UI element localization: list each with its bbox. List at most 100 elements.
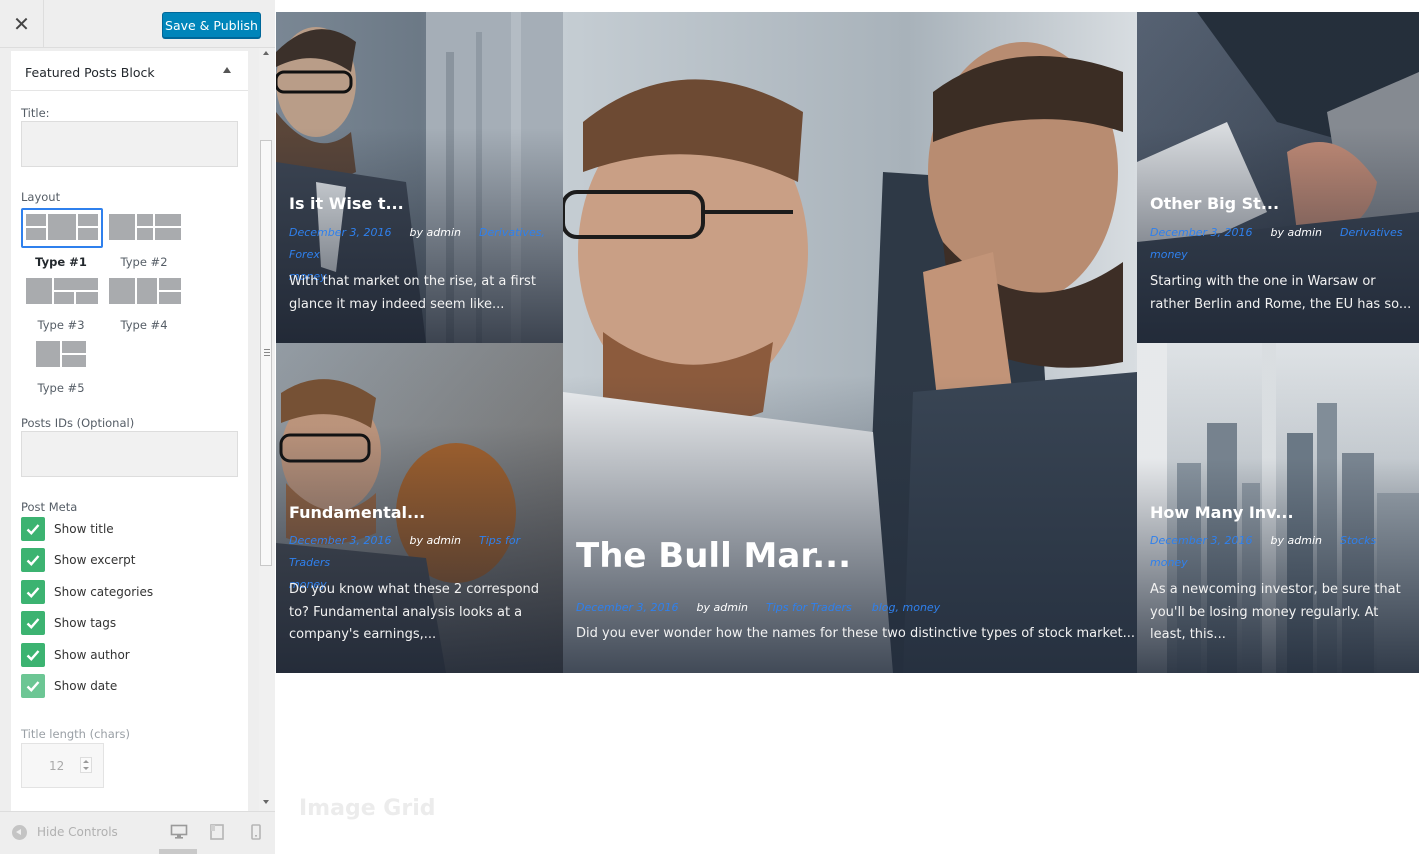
layout-type-5-label: Type #5 <box>37 381 85 395</box>
checkbox-show-author[interactable]: Show author <box>21 643 231 667</box>
title-length-value: 12 <box>49 759 65 773</box>
hide-controls-label: Hide Controls <box>37 825 118 839</box>
post-meta: December 3, 2016 by admin Stocks money <box>1150 530 1415 574</box>
panel-scrollbar[interactable] <box>259 48 275 811</box>
image-grid-heading: Image Grid <box>299 796 436 821</box>
post-meta-label: Post Meta <box>21 500 78 514</box>
save-publish-button[interactable]: Save & Publish <box>162 12 261 38</box>
layout-type-3-label: Type #3 <box>37 318 85 332</box>
title-input[interactable] <box>21 121 238 167</box>
title-length-stepper[interactable]: 12 <box>21 743 104 788</box>
checkbox-label: Show title <box>54 522 114 536</box>
checkbox-label: Show date <box>54 679 118 693</box>
section-header[interactable]: Featured Posts Block <box>11 51 248 91</box>
layout-type-1-thumbnail <box>26 214 100 241</box>
checkbox-show-tags[interactable]: Show tags <box>21 611 231 635</box>
layout-type-5-thumbnail <box>36 341 86 368</box>
layout-type-1[interactable]: Type #1 <box>21 208 103 269</box>
post-date[interactable]: December 3, 2016 <box>289 226 392 239</box>
checkmark-icon[interactable] <box>21 643 45 667</box>
post-date[interactable]: December 3, 2016 <box>576 601 679 614</box>
post-excerpt: As a newcoming investor, be sure that yo… <box>1150 582 1401 642</box>
post-categories[interactable]: Stocks <box>1340 534 1376 547</box>
post-excerpt: With that market on the rise, at a first… <box>289 274 536 312</box>
post-title[interactable]: Other Big St... <box>1150 194 1279 213</box>
post-author[interactable]: by admin <box>697 601 748 614</box>
layout-type-1-label: Type #1 <box>35 255 87 269</box>
post-author[interactable]: by admin <box>1271 226 1322 239</box>
post-categories-cont[interactable]: money <box>1150 248 1188 261</box>
featured-post-2[interactable]: The Bull Mar... December 3, 2016 by admin… <box>563 12 1137 673</box>
controls-scroll-area: Featured Posts Block Title: Layout Type … <box>0 48 275 811</box>
post-author[interactable]: by admin <box>410 534 461 547</box>
post-author[interactable]: by admin <box>410 226 461 239</box>
checkmark-icon[interactable] <box>21 517 45 541</box>
checkmark-icon[interactable] <box>21 548 45 572</box>
checkbox-label: Show categories <box>54 585 154 599</box>
layout-type-4-label: Type #4 <box>120 318 168 332</box>
layout-type-4-thumbnail <box>109 278 183 305</box>
spinner-down-icon[interactable] <box>83 767 89 770</box>
layout-type-5[interactable]: Type #5 <box>21 335 101 395</box>
featured-post-3[interactable]: Other Big St... December 3, 2016 by admin… <box>1137 12 1419 343</box>
post-categories[interactable]: Derivatives <box>1340 226 1402 239</box>
post-title[interactable]: The Bull Mar... <box>576 536 851 576</box>
title-field-label: Title: <box>21 106 50 120</box>
site-preview: Is it Wise t... December 3, 2016 by admin… <box>276 0 1419 854</box>
post-meta: December 3, 2016 by admin Derivatives mone… <box>1150 222 1415 266</box>
featured-post-5[interactable]: How Many Inv... December 3, 2016 by admin… <box>1137 343 1419 673</box>
active-device-indicator <box>159 849 197 854</box>
checkbox-show-date[interactable]: Show date <box>21 674 231 698</box>
post-title[interactable]: How Many Inv... <box>1150 503 1294 522</box>
post-title[interactable]: Fundamental... <box>289 503 425 522</box>
customizer-panel: ✕ Save & Publish Featured Posts Block Ti… <box>0 0 275 854</box>
layout-label: Layout <box>21 190 61 204</box>
spinner-icon[interactable] <box>80 757 92 773</box>
scroll-down-icon[interactable] <box>263 800 269 804</box>
checkbox-show-title[interactable]: Show title <box>21 517 231 541</box>
post-ids-label: Posts IDs (Optional) <box>21 416 135 430</box>
post-author[interactable]: by admin <box>1271 534 1322 547</box>
post-categories-cont[interactable]: money <box>1150 556 1188 569</box>
hide-controls-button[interactable]: Hide Controls <box>12 824 118 840</box>
post-tags[interactable]: blog, money <box>872 601 940 614</box>
post-categories[interactable]: Tips for Traders <box>766 601 852 614</box>
post-date[interactable]: December 3, 2016 <box>1150 534 1253 547</box>
customizer-screen: ✕ Save & Publish Featured Posts Block Ti… <box>0 0 1419 854</box>
collapse-arrow-icon <box>12 824 27 840</box>
checkmark-icon[interactable] <box>21 611 45 635</box>
checkbox-show-categories[interactable]: Show categories <box>21 580 231 604</box>
featured-post-1[interactable]: Is it Wise t... December 3, 2016 by admin… <box>276 12 563 343</box>
checkbox-label: Show excerpt <box>54 553 136 567</box>
desktop-icon[interactable] <box>170 824 188 840</box>
layout-type-4[interactable]: Type #4 <box>104 272 184 332</box>
layout-type-2-label: Type #2 <box>120 255 168 269</box>
post-meta: December 3, 2016 by admin Tips for Traders… <box>576 597 1136 619</box>
layout-type-3-thumbnail <box>26 278 100 305</box>
featured-post-4[interactable]: Fundamental... December 3, 2016 by admin T… <box>276 343 563 673</box>
post-excerpt: Do you know what these 2 correspond to? … <box>289 582 540 642</box>
post-excerpt: Did you ever wonder how the names for th… <box>576 626 1136 641</box>
scrollbar-thumb[interactable] <box>260 140 272 566</box>
post-date[interactable]: December 3, 2016 <box>1150 226 1253 239</box>
checkmark-icon[interactable] <box>21 674 45 698</box>
post-title[interactable]: Is it Wise t... <box>289 194 404 213</box>
layout-type-2-thumbnail <box>109 214 183 241</box>
layout-type-2[interactable]: Type #2 <box>104 208 184 269</box>
mobile-icon[interactable] <box>247 824 265 840</box>
caret-up-icon[interactable] <box>223 67 231 73</box>
panel-header: ✕ Save & Publish <box>0 0 275 48</box>
title-length-label: Title length (chars) <box>21 727 130 741</box>
tablet-icon[interactable] <box>208 824 226 840</box>
featured-posts-section: Featured Posts Block Title: Layout Type … <box>11 51 248 811</box>
close-icon[interactable]: ✕ <box>0 0 44 48</box>
post-date[interactable]: December 3, 2016 <box>289 534 392 547</box>
section-title: Featured Posts Block <box>25 65 155 80</box>
post-ids-input[interactable] <box>21 431 238 477</box>
spinner-up-icon[interactable] <box>83 760 89 763</box>
checkmark-icon[interactable] <box>21 580 45 604</box>
layout-type-3[interactable]: Type #3 <box>21 272 101 332</box>
scroll-up-icon[interactable] <box>263 51 269 55</box>
panel-footer: Hide Controls <box>0 811 275 854</box>
checkbox-show-excerpt[interactable]: Show excerpt <box>21 548 231 572</box>
